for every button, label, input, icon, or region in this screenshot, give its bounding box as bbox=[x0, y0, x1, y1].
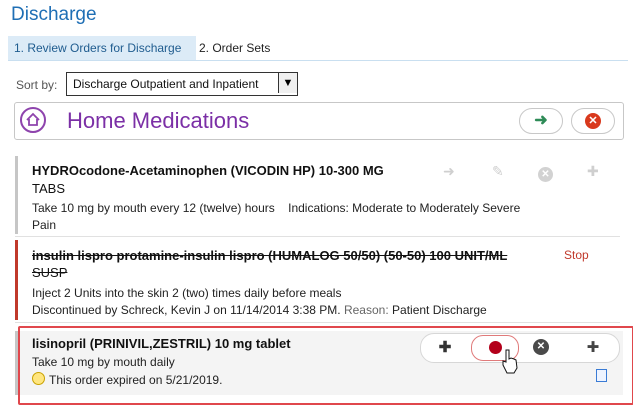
selection-highlight bbox=[18, 326, 633, 405]
arrow-right-icon[interactable]: ➜ bbox=[443, 163, 455, 180]
page-title: Discharge bbox=[11, 4, 97, 25]
discontinue-button[interactable]: ✕ bbox=[538, 164, 553, 182]
hand-cursor-icon bbox=[502, 349, 518, 374]
indications-cont: Pain bbox=[32, 218, 57, 232]
sort-select[interactable]: Discharge Outpatient and Inpatient ▼ bbox=[66, 72, 298, 96]
reason-label: Reason: bbox=[343, 303, 389, 317]
section-title: Home Medications bbox=[67, 108, 250, 133]
sort-label: Sort by: bbox=[16, 78, 58, 92]
tab-review-orders[interactable]: 1. Review Orders for Discharge bbox=[8, 36, 196, 60]
chevron-down-icon[interactable]: ▼ bbox=[278, 73, 297, 93]
med-sig: Take 10 mg by mouth every 12 (twelve) ho… bbox=[32, 201, 520, 215]
pill-plus-icon[interactable]: ✚ bbox=[587, 163, 599, 180]
med-name-cont: TABS bbox=[32, 181, 65, 196]
sig-text: Take 10 mg by mouth every 12 (twelve) ho… bbox=[32, 201, 275, 215]
discontinued-text: Discontinued by Schreck, Kevin J on 11/1… bbox=[32, 303, 341, 317]
discontinued-info: Discontinued by Schreck, Kevin J on 11/1… bbox=[32, 303, 487, 317]
indications-value: Moderate to Moderately Severe bbox=[352, 201, 521, 215]
divider bbox=[15, 322, 620, 323]
tab-order-sets[interactable]: 2. Order Sets bbox=[193, 36, 276, 60]
order-card-discontinued: insulin lispro protamine-insulin lispro … bbox=[15, 240, 623, 320]
sort-select-value: Discharge Outpatient and Inpatient bbox=[73, 77, 259, 91]
med-name: insulin lispro protamine-insulin lispro … bbox=[32, 248, 508, 263]
med-name: HYDROcodone-Acetaminophen (VICODIN HP) 1… bbox=[32, 163, 384, 178]
home-icon bbox=[20, 107, 46, 133]
pencil-icon[interactable]: ✎ bbox=[492, 163, 504, 180]
tab-bar: 1. Review Orders for Discharge 2. Order … bbox=[8, 36, 628, 60]
order-card: HYDROcodone-Acetaminophen (VICODIN HP) 1… bbox=[15, 156, 623, 234]
close-button[interactable]: ✕ bbox=[571, 108, 615, 134]
indications-label: Indications: bbox=[288, 201, 349, 215]
arrow-right-icon: ➜ bbox=[534, 112, 548, 129]
home-medications-header: Home Medications ➜ ✕ bbox=[14, 102, 624, 140]
close-circle-icon: ✕ bbox=[585, 113, 601, 129]
go-button[interactable]: ➜ bbox=[519, 108, 563, 134]
status-badge: Stop bbox=[564, 248, 589, 262]
divider bbox=[15, 236, 620, 237]
med-name-cont: SUSP bbox=[32, 265, 68, 280]
med-sig: Inject 2 Units into the skin 2 (two) tim… bbox=[32, 286, 342, 300]
tab-divider bbox=[8, 60, 628, 61]
close-circle-icon: ✕ bbox=[538, 167, 553, 182]
reason-value: Patient Discharge bbox=[392, 303, 487, 317]
